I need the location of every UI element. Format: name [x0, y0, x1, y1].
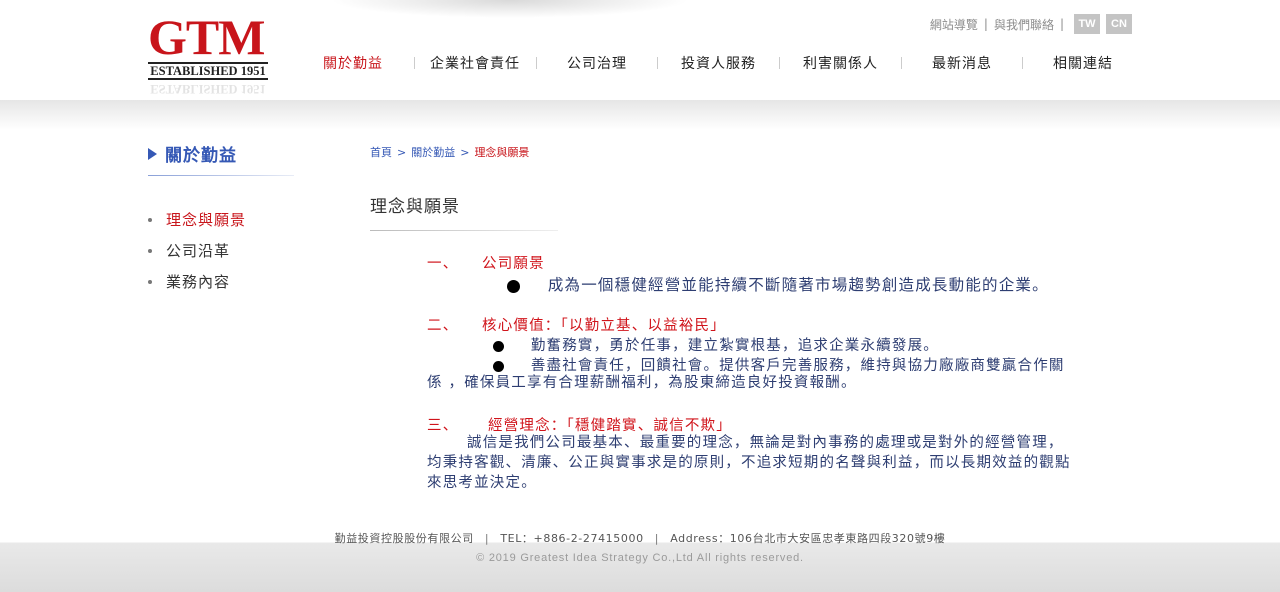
bullet-dot-icon [148, 217, 152, 222]
util-divider: | [1059, 17, 1064, 31]
breadcrumb-home[interactable]: 首頁 [370, 144, 392, 160]
list-item: 善盡社會責任，回饋社會。提供客戶完善服務，維持與協力廠廠商雙贏合作關 [493, 354, 1065, 375]
list-item-continuation: 係 ，確保員工享有合理薪酬福利，為股東締造良好投資報酬。 [427, 375, 857, 391]
nav-governance[interactable]: 公司治理 [567, 53, 627, 73]
section-title: 核心價值：「以勤立基、以益裕民」 [482, 318, 726, 334]
paragraph-line: 均秉持客觀、清廉、公正與實事求是的原則，不追求短期的名聲與利益，而以長期效益的觀… [427, 455, 1071, 471]
nav-divider [779, 57, 780, 69]
footer-copyright: © 2019 Greatest Idea Strategy Co.,Ltd Al… [476, 552, 804, 564]
logo-reflection: ESTABLISHED 1951 [150, 82, 266, 96]
nav-divider [1022, 57, 1023, 69]
sidebar-item-label: 公司沿革 [166, 242, 231, 260]
contact-link[interactable]: 與我們聯絡 [994, 16, 1054, 33]
paragraph-line: 來思考並決定。 [427, 475, 537, 491]
utility-nav: 網站導覽 | 與我們聯絡 | TW CN [930, 14, 1132, 34]
breadcrumb-separator: > [460, 145, 470, 159]
header-glow [330, 0, 690, 18]
section-number: 一、 [427, 256, 459, 272]
footer-company: 勤益投資控股股份有限公司 [334, 532, 474, 545]
section-heading: 二、 核心價值：「以勤立基、以益裕民」 [427, 314, 725, 335]
nav-divider [536, 57, 537, 69]
list-item-text: 勤奮務實，勇於任事，建立紮實根基，追求企業永續發展。 [530, 338, 940, 354]
breadcrumb-current: 理念與願景 [474, 146, 530, 159]
section-number: 二、 [427, 318, 459, 334]
nav-links[interactable]: 相關連結 [1053, 53, 1113, 73]
sidebar-item-vision[interactable]: 理念與願景 [148, 204, 246, 235]
footer-address: Address：106台北市大安區忠孝東路四段320號9樓 [670, 532, 946, 545]
bullet-dot-icon [148, 279, 152, 284]
logo-wordmark: GTM [148, 9, 265, 65]
sidebar-title-label: 關於勤益 [165, 146, 237, 166]
sidebar-title: 關於勤益 [148, 141, 237, 166]
section-heading: 一、 公司願景 [427, 252, 544, 273]
util-divider: | [983, 17, 988, 31]
section-title: 經營理念：「穩健踏實、誠信不欺」 [488, 418, 732, 434]
sidebar-item-label: 業務內容 [166, 273, 231, 291]
section-number: 三、 [427, 418, 459, 434]
sidebar-menu: 理念與願景 公司沿革 業務內容 [148, 204, 246, 297]
bullet-icon [493, 360, 504, 372]
nav-divider [901, 57, 902, 69]
lang-cn-button[interactable]: CN [1106, 14, 1132, 34]
nav-news[interactable]: 最新消息 [932, 53, 992, 73]
list-item: 勤奮務實，勇於任事，建立紮實根基，追求企業永續發展。 [493, 334, 939, 355]
footer-tel: TEL：+886-2-27415000 [500, 532, 644, 545]
lang-tw-button[interactable]: TW [1074, 14, 1100, 34]
main-nav: 關於勤益 企業社會責任 公司治理 投資人服務 利害關係人 最新消息 相關連結 [300, 52, 1113, 74]
title-divider [370, 230, 558, 231]
bullet-dot-icon [148, 248, 152, 253]
nav-investors[interactable]: 投資人服務 [681, 53, 756, 73]
breadcrumb-separator: > [397, 145, 407, 159]
section-title: 公司願景 [482, 256, 545, 272]
logo-established: ESTABLISHED 1951 [148, 62, 268, 80]
footer-separator: | [484, 532, 490, 545]
paragraph-line: 誠信是我們公司最基本、最重要的理念，無論是對內事務的處理或是對外的經營管理， [467, 435, 1064, 451]
breadcrumb-section[interactable]: 關於勤益 [411, 144, 455, 160]
sitemap-link[interactable]: 網站導覽 [930, 16, 978, 33]
list-item-text: 成為一個穩健經營並能持續不斷隨著市場趨勢創造成長動能的企業。 [547, 276, 1049, 294]
breadcrumb: 首頁 > 關於勤益 > 理念與願景 [370, 144, 529, 160]
sidebar-item-label: 理念與願景 [166, 211, 247, 229]
triangle-right-icon [148, 147, 157, 160]
bullet-icon [507, 279, 520, 293]
list-item-text: 善盡社會責任，回饋社會。提供客戶完善服務，維持與協力廠廠商雙贏合作關 [530, 358, 1065, 374]
gtm-logo[interactable]: GTM ESTABLISHED 1951 ESTABLISHED 1951 [148, 9, 270, 98]
nav-csr[interactable]: 企業社會責任 [430, 53, 520, 73]
bullet-icon [493, 340, 504, 352]
page-title: 理念與願景 [370, 197, 460, 217]
sidebar-divider [148, 175, 294, 176]
sidebar-item-business[interactable]: 業務內容 [148, 266, 246, 297]
nav-about[interactable]: 關於勤益 [323, 53, 383, 73]
nav-stakeholders[interactable]: 利害關係人 [803, 53, 878, 73]
nav-divider [414, 57, 415, 69]
nav-divider [657, 57, 658, 69]
list-item: 成為一個穩健經營並能持續不斷隨著市場趨勢創造成長動能的企業。 [507, 273, 1049, 295]
header-shadow [0, 100, 1280, 130]
section-heading: 三、 經營理念：「穩健踏實、誠信不欺」 [427, 414, 731, 435]
footer-info: 勤益投資控股股份有限公司 | TEL：+886-2-27415000 | Add… [0, 530, 1280, 546]
sidebar-item-history[interactable]: 公司沿革 [148, 235, 246, 266]
footer-separator: | [654, 532, 660, 545]
